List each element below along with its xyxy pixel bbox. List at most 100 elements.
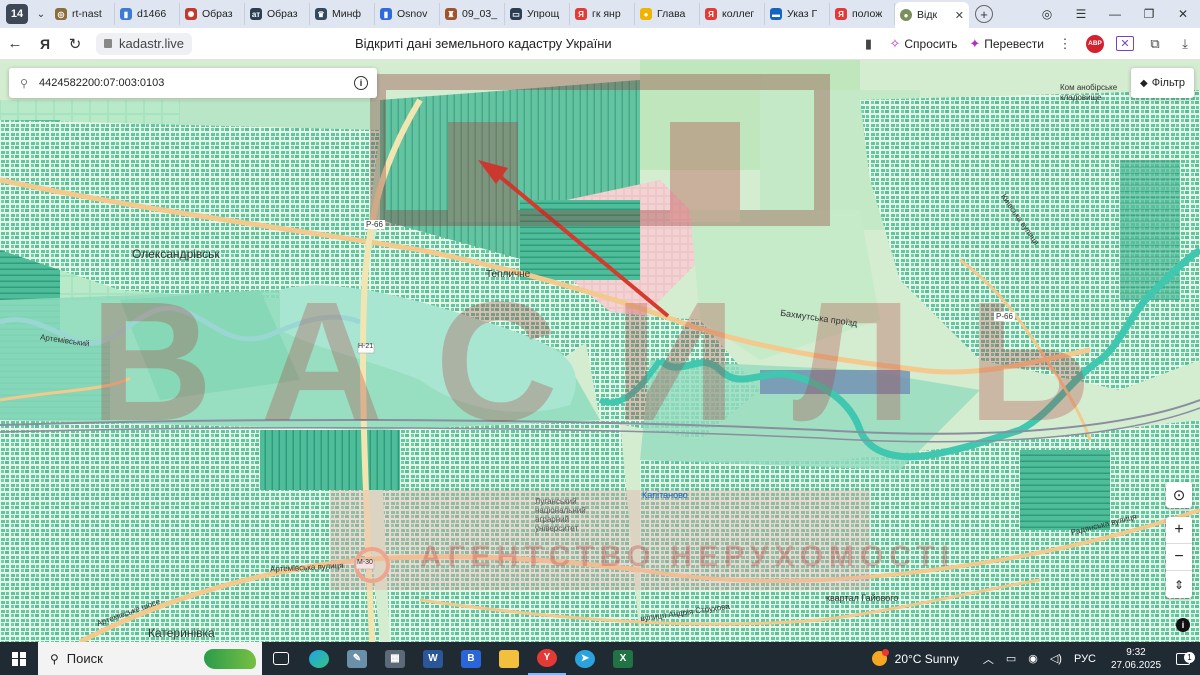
filter-label: Фільтр (1151, 77, 1185, 89)
yandex-logo-icon[interactable]: Я (30, 36, 60, 52)
browser-tab[interactable]: ◎ rt-nast (50, 3, 115, 25)
downloads-icon[interactable]: ⤓ (1170, 36, 1200, 52)
system-tray: 20°C Sunny ︿ ▭ ◉ ◁) РУС 9:32 27.06.2025 … (871, 646, 1200, 672)
ask-button[interactable]: ✧ Спросить (883, 33, 963, 55)
browser-tab[interactable]: ♜ 09_03_ (440, 3, 505, 25)
translate-label: Перевести (984, 36, 1044, 51)
tab-label: Указ Г (787, 8, 818, 20)
tab-active[interactable]: ● Відк ✕ (895, 2, 969, 28)
excel-app-icon[interactable]: X (604, 642, 642, 675)
place-label: Тепличне (486, 269, 531, 280)
chevron-down-icon[interactable]: ⌄ (32, 4, 50, 24)
clock[interactable]: 9:32 27.06.2025 (1106, 646, 1166, 672)
chevron-up-icon[interactable]: ︿ (983, 651, 994, 667)
back-arrow-icon[interactable]: ← (0, 35, 30, 52)
attribution-info-icon[interactable]: i (1176, 618, 1190, 632)
calculator-app-icon[interactable]: ▦ (376, 642, 414, 675)
browser-tab[interactable]: ● Глава (635, 3, 700, 25)
tab-label: полож (852, 8, 883, 20)
lock-icon (104, 39, 112, 48)
app-b-icon[interactable]: B (452, 642, 490, 675)
info-icon[interactable]: i (354, 76, 368, 90)
browser-tab[interactable]: Ягк янр (570, 3, 635, 25)
tab-favicon-icon: ◎ (55, 8, 67, 20)
tab-favicon-icon: ● (900, 9, 912, 21)
translate-button[interactable]: ✦ Перевести (963, 33, 1050, 55)
compass-button[interactable]: ⇕ (1166, 571, 1192, 598)
zoom-in-button[interactable]: + (1166, 517, 1192, 544)
telegram-app-icon[interactable]: ➤ (566, 642, 604, 675)
yandex-browser-icon[interactable]: Y (528, 642, 566, 675)
battery-icon[interactable]: ▭ (1006, 652, 1016, 665)
ask-label: Спросить (904, 36, 958, 51)
tab-count-button[interactable]: 14 (6, 4, 28, 24)
profile-icon[interactable]: ◎ (1030, 7, 1064, 21)
bookmark-icon[interactable]: ▮ (853, 36, 883, 52)
notepad-app-icon[interactable]: ✎ (338, 642, 376, 675)
browser-tab[interactable]: ат Образ (245, 3, 310, 25)
browser-tab[interactable]: Яколлег (700, 3, 765, 25)
browser-tab[interactable]: ▬ Указ Г (765, 3, 830, 25)
cadastral-map[interactable]: ВАСИЛЬ Олександрівськ Катеринівка Теплич… (0, 60, 1200, 642)
more-options-icon[interactable]: ⋮ (1050, 36, 1080, 52)
taskbar-search[interactable]: ⚲ Поиск (38, 642, 262, 675)
translate-icon: ✦ (969, 35, 981, 51)
tab-favicon-icon: ♛ (315, 8, 327, 20)
tab-label: коллег (722, 8, 755, 20)
notifications-button[interactable]: 1 (1166, 651, 1200, 665)
tab-favicon-icon: ат (250, 8, 262, 20)
tab-favicon-icon: ♜ (445, 8, 457, 20)
tab-label: Образ (202, 8, 233, 20)
extension-x-icon[interactable]: ✕ (1110, 36, 1140, 51)
word-app-icon[interactable]: W (414, 642, 452, 675)
tab-label: гк янр (592, 8, 621, 20)
browser-tab[interactable]: ✺ Образ (180, 3, 245, 25)
place-label: Ком анобірське кладовище (1060, 83, 1118, 102)
network-icon[interactable]: ◉ (1028, 652, 1038, 665)
tab-favicon-icon: Я (705, 8, 717, 20)
tab-favicon-icon: Я (835, 8, 847, 20)
edge-browser-icon[interactable] (300, 642, 338, 675)
search-icon: ⚲ (50, 651, 59, 666)
search-icon[interactable]: ⚲ (9, 77, 39, 90)
minimize-button[interactable]: — (1098, 7, 1132, 21)
url-text: kadastr.live (119, 36, 185, 51)
reload-icon[interactable]: ↻ (60, 35, 90, 53)
tab-favicon-icon: Я (575, 8, 587, 20)
close-tab-icon[interactable]: ✕ (955, 9, 964, 22)
tab-label: Упрощ (527, 8, 560, 20)
browser-tab[interactable]: ♛ Минф (310, 3, 375, 25)
tab-label: d1466 (137, 8, 167, 20)
browser-tab[interactable]: ▮ Osnov (375, 3, 440, 25)
adblock-extension[interactable]: ABP (1080, 34, 1110, 53)
watermark-subtitle: АГЕНТСТВО НЕРУХОМОСТІ (420, 540, 955, 573)
file-explorer-icon[interactable] (490, 642, 528, 675)
sun-icon (871, 649, 889, 666)
browser-tab[interactable]: ▭ Упрощ (505, 3, 570, 25)
browser-tab-strip: 14 ⌄ ◎ rt-nast ▮ d1466 ✺ Образ ат Образ ♛ Минф ▮ Os… (0, 0, 1200, 28)
volume-icon[interactable]: ◁) (1050, 652, 1062, 665)
close-window-button[interactable]: ✕ (1166, 7, 1200, 21)
browser-tab[interactable]: ▮ d1466 (115, 3, 180, 25)
sparkle-icon: ✧ (889, 35, 901, 51)
browser-tab[interactable]: Яполож (830, 3, 895, 25)
tab-label: Відк (917, 9, 938, 21)
filter-button[interactable]: ◆ Фільтр (1131, 68, 1194, 98)
tab-favicon-icon: ● (640, 8, 652, 20)
start-button[interactable] (0, 651, 38, 666)
browser-menu-icon[interactable]: ☰ (1064, 7, 1098, 21)
road-label: Р-66 (994, 312, 1015, 321)
weather-widget[interactable]: 20°C Sunny (871, 649, 959, 666)
tab-label: Osnov (397, 8, 428, 20)
zoom-out-button[interactable]: − (1166, 544, 1192, 571)
restore-button[interactable]: ❐ (1132, 7, 1166, 21)
task-view-icon[interactable] (262, 642, 300, 675)
language-indicator[interactable]: РУС (1074, 653, 1096, 665)
windows-logo-icon (12, 651, 26, 666)
extensions-puzzle-icon[interactable]: ⧉ (1140, 36, 1170, 52)
url-field[interactable]: kadastr.live (96, 32, 193, 55)
road-label: М-30 (357, 559, 373, 566)
geolocate-button[interactable]: ⊙ (1166, 482, 1192, 508)
new-tab-button[interactable]: + (975, 5, 993, 23)
cadastral-number-input[interactable] (39, 77, 329, 89)
